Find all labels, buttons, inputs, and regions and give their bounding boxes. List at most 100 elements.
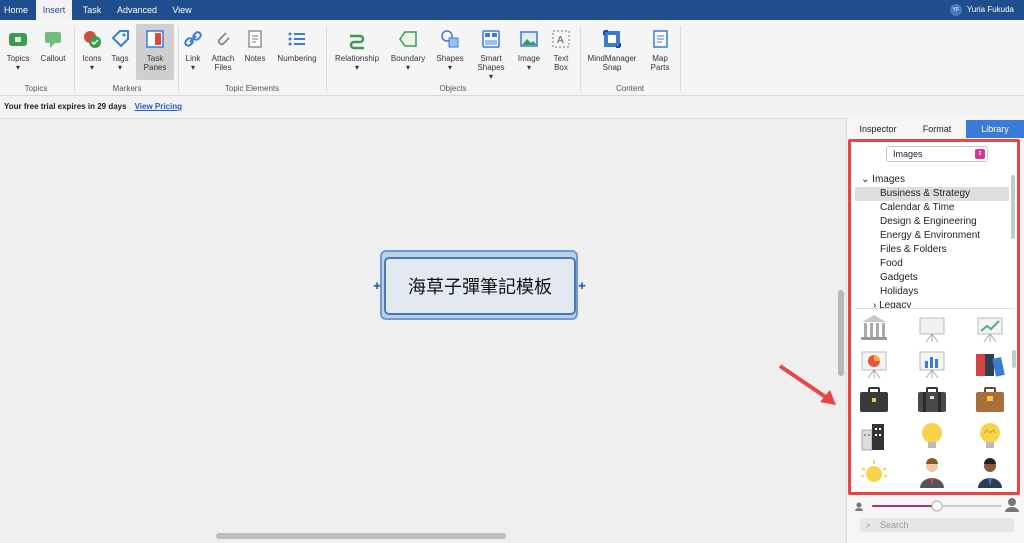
library-search-input[interactable]: ⌕ Search	[860, 518, 1014, 532]
task-panes-label: Task Panes	[143, 54, 167, 72]
bank-building-icon[interactable]	[856, 312, 892, 344]
binders-icon[interactable]	[972, 348, 1008, 380]
tab-task[interactable]: Task	[76, 0, 108, 20]
office-buildings-icon[interactable]	[856, 420, 892, 452]
tree-item[interactable]: Files & Folders	[855, 243, 1009, 257]
lightbulb-idea-icon[interactable]	[972, 420, 1008, 452]
tree-item[interactable]: Design & Engineering	[855, 215, 1009, 229]
boundary-button[interactable]: Boundary ▾	[388, 28, 428, 72]
add-topic-left-icon[interactable]: ✚	[372, 281, 382, 291]
callout-button[interactable]: Callout	[38, 28, 68, 63]
library-category-select[interactable]: Images ⇕	[886, 146, 988, 162]
snap-icon	[601, 28, 623, 50]
group-content: Content	[615, 84, 645, 93]
link-icon	[182, 28, 204, 50]
search-icon: ⌕	[866, 520, 872, 530]
lightbulb-glow-icon[interactable]	[856, 456, 892, 488]
attach-files-button[interactable]: Attach Files	[208, 28, 238, 72]
callout-icon	[42, 28, 64, 50]
shapes-icon	[439, 28, 461, 50]
shapes-button[interactable]: Shapes ▾	[434, 28, 466, 72]
image-button[interactable]: Image ▾	[514, 28, 544, 72]
tab-insert[interactable]: Insert	[36, 0, 72, 20]
tree-item[interactable]: Holidays	[855, 285, 1009, 299]
chevron-down-icon: ▾	[488, 72, 493, 81]
central-topic[interactable]: 海草子彈筆記模板	[384, 257, 576, 315]
lightbulb-icon[interactable]	[914, 420, 950, 452]
icons-button[interactable]: Icons ▾	[80, 28, 104, 72]
bar-chart-board-icon[interactable]	[914, 348, 950, 380]
tree-scrollbar[interactable]	[1011, 175, 1015, 239]
numbering-label: Numbering	[277, 54, 317, 63]
tags-button[interactable]: Tags ▾	[108, 28, 132, 72]
link-button[interactable]: Link ▾	[182, 28, 204, 72]
numbering-icon	[286, 28, 308, 50]
boundary-icon	[397, 28, 419, 50]
mindmanager-snap-button[interactable]: MindManager Snap	[584, 28, 640, 72]
view-pricing-link[interactable]: View Pricing	[135, 102, 182, 111]
text-box-button[interactable]: A Text Box	[548, 28, 574, 72]
briefcase-gray-icon[interactable]	[914, 384, 950, 416]
task-panes-button[interactable]: Task Panes	[136, 24, 174, 80]
divider	[580, 26, 581, 92]
divider	[178, 26, 179, 92]
tab-library[interactable]: Library	[966, 120, 1024, 138]
relationship-icon	[346, 28, 368, 50]
relationship-label: Relationship	[334, 54, 380, 63]
tree-root-label: Images	[872, 174, 905, 185]
tab-advanced[interactable]: Advanced	[112, 0, 162, 20]
paperclip-icon	[212, 28, 234, 50]
growth-chart-board-icon[interactable]	[972, 312, 1008, 344]
boundary-label: Boundary	[390, 54, 426, 63]
notes-button[interactable]: Notes	[242, 28, 268, 63]
group-markers: Markers	[112, 84, 142, 93]
relationship-button[interactable]: Relationship ▾	[332, 28, 382, 72]
pie-chart-board-icon[interactable]	[856, 348, 892, 380]
chevron-down-icon: ▾	[15, 63, 20, 72]
map-canvas[interactable]	[0, 118, 846, 543]
briefcase-dark-icon[interactable]	[856, 384, 892, 416]
topics-label: Topics	[6, 54, 30, 63]
link-label: Link	[185, 54, 201, 63]
ribbon: Topics ▾ Callout Icons ▾ Tags ▾ Task Panes …	[0, 20, 1024, 96]
businessman-dark-icon[interactable]	[972, 456, 1008, 488]
briefcase-brown-icon[interactable]	[972, 384, 1008, 416]
divider	[680, 26, 681, 92]
tree-item[interactable]: Business & Strategy	[855, 187, 1009, 201]
group-topic-elements: Topic Elements	[224, 84, 280, 93]
image-label: Image	[517, 54, 541, 63]
businessman-icon[interactable]	[914, 456, 950, 488]
search-placeholder: Search	[880, 520, 909, 530]
tree-item[interactable]: Calendar & Time	[855, 201, 1009, 215]
tree-item[interactable]: Gadgets	[855, 271, 1009, 285]
add-topic-right-icon[interactable]: ✚	[577, 281, 587, 291]
avatar: YF	[949, 3, 962, 16]
tree-item[interactable]: Food	[855, 257, 1009, 271]
map-parts-button[interactable]: Map Parts	[644, 28, 676, 72]
chevron-down-icon: ▾	[117, 63, 122, 72]
smart-shapes-label: Smart Shapes	[477, 54, 505, 72]
tab-home[interactable]: Home	[0, 0, 32, 20]
numbering-button[interactable]: Numbering	[274, 28, 320, 63]
tab-format[interactable]: Format	[908, 120, 966, 138]
image-grid	[852, 312, 1015, 492]
user-account[interactable]: YF Yuria Fukuda	[949, 0, 1014, 20]
text-box-label: Text Box	[553, 54, 569, 72]
notes-label: Notes	[244, 54, 266, 63]
chevron-down-icon: ▾	[405, 63, 410, 72]
topics-button[interactable]: Topics ▾	[4, 28, 32, 72]
horizontal-scrollbar[interactable]	[216, 533, 506, 539]
image-grid-scrollbar[interactable]	[1012, 350, 1016, 368]
attach-files-label: Attach Files	[211, 54, 235, 72]
presentation-board-icon[interactable]	[914, 312, 950, 344]
tab-inspector[interactable]: Inspector	[848, 120, 908, 138]
notes-icon	[244, 28, 266, 50]
smart-shapes-button[interactable]: Smart Shapes ▾	[472, 28, 510, 81]
tree-item[interactable]: › Legacy	[855, 299, 1009, 308]
trial-message: Your free trial expires in 29 days	[4, 102, 127, 111]
tab-view[interactable]: View	[166, 0, 198, 20]
tree-root[interactable]: ⌄ Images	[855, 173, 1009, 187]
tags-label: Tags	[111, 54, 129, 63]
tree-item[interactable]: Energy & Environment	[855, 229, 1009, 243]
thumbnail-size-slider[interactable]	[852, 497, 1022, 515]
